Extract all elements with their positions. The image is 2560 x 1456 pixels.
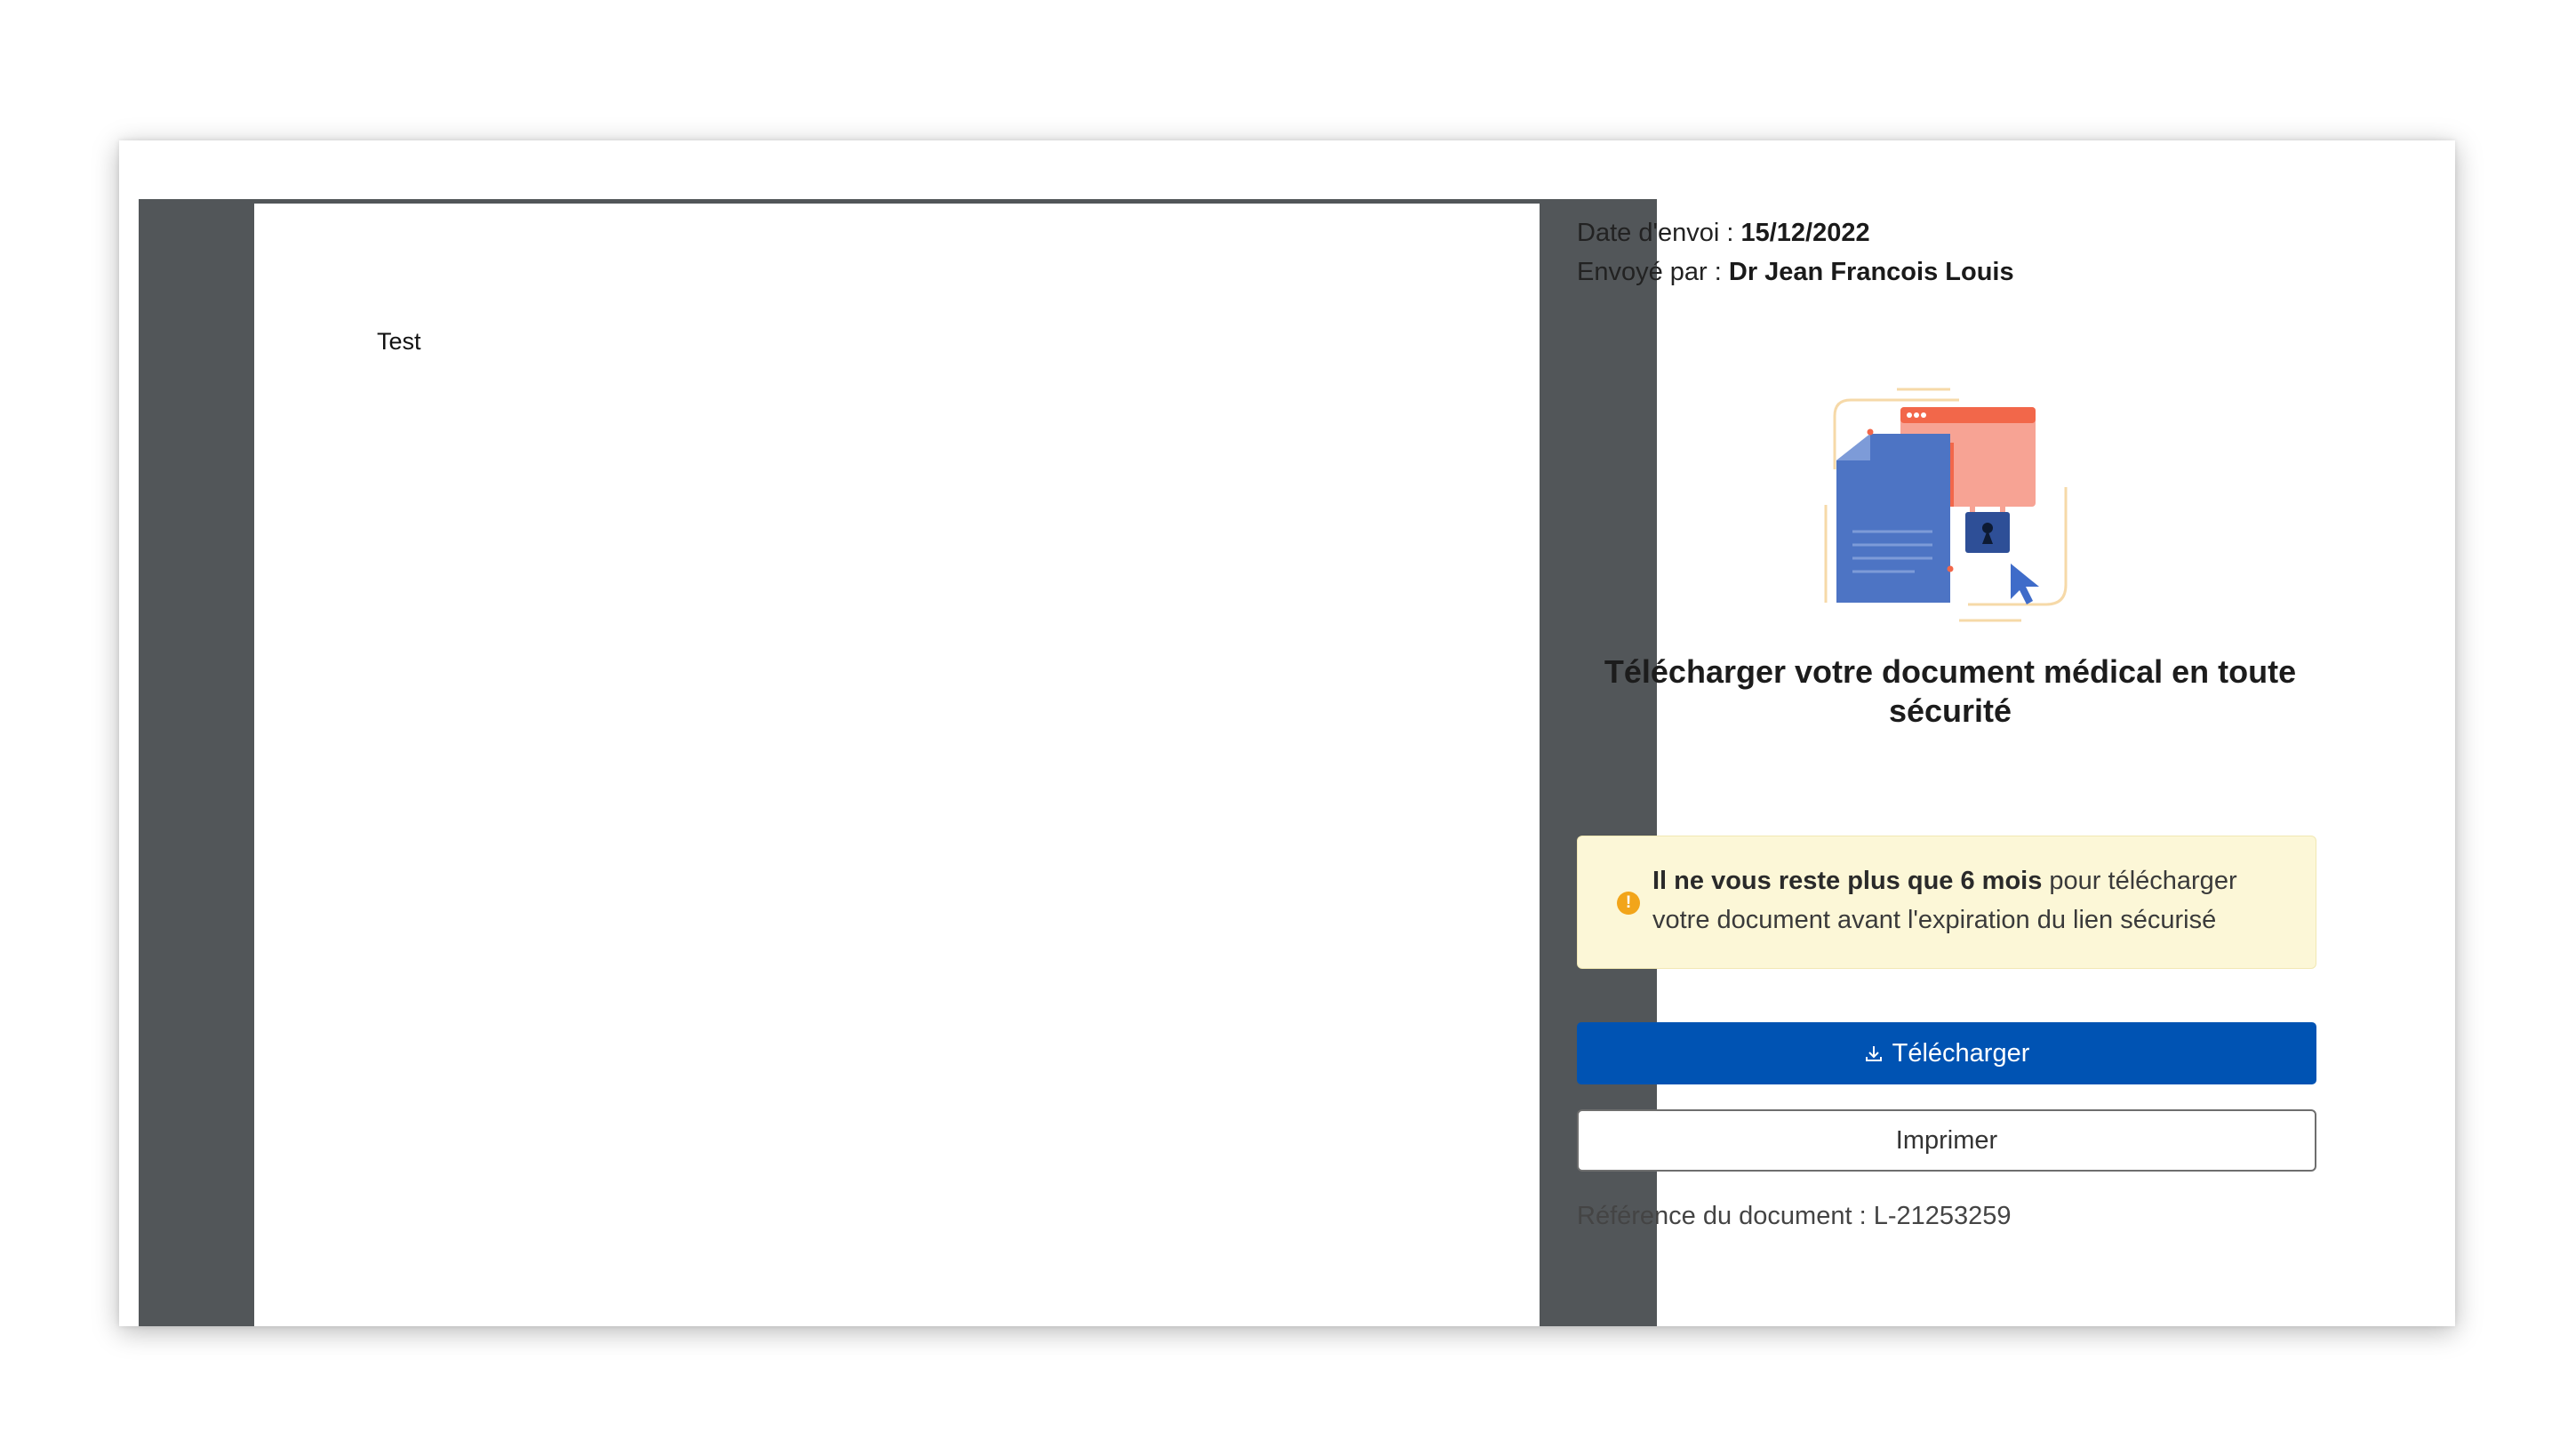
document-window: Test Date d'envoi : 15/12/2022 Envoyé pa… (119, 140, 2455, 1326)
download-icon (1865, 1046, 1882, 1061)
pdf-page: Test (254, 204, 1540, 1326)
download-button-label: Télécharger (1892, 1038, 2030, 1068)
sender-value: Dr Jean Francois Louis (1728, 258, 2014, 286)
print-button-label: Imprimer (1895, 1125, 1998, 1155)
notice-bold-text: Il ne vous reste plus que 6 mois (1652, 867, 2043, 895)
document-reference: Référence du document : L-21253259 (1577, 1202, 2012, 1230)
sender: Envoyé par : Dr Jean Francois Louis (1577, 258, 2324, 287)
download-button[interactable]: Télécharger (1577, 1022, 2316, 1084)
expiration-notice: ! Il ne vous reste plus que 6 mois pour … (1577, 836, 2316, 969)
headline: Télécharger votre document médical en to… (1604, 653, 2297, 729)
sent-date: Date d'envoi : 15/12/2022 (1577, 219, 2324, 248)
info-icon: ! (1617, 892, 1640, 915)
sent-date-label: Date d'envoi : (1577, 219, 1734, 247)
sent-date-value: 15/12/2022 (1740, 219, 1870, 247)
sender-label: Envoyé par : (1577, 258, 1722, 286)
secure-document-illustration (1824, 388, 2068, 622)
page-text: Test (377, 328, 421, 355)
notice-text: Il ne vous reste plus que 6 mois pour té… (1652, 861, 2292, 940)
pdf-viewer[interactable]: Test (139, 199, 1657, 1326)
print-button[interactable]: Imprimer (1577, 1109, 2316, 1172)
